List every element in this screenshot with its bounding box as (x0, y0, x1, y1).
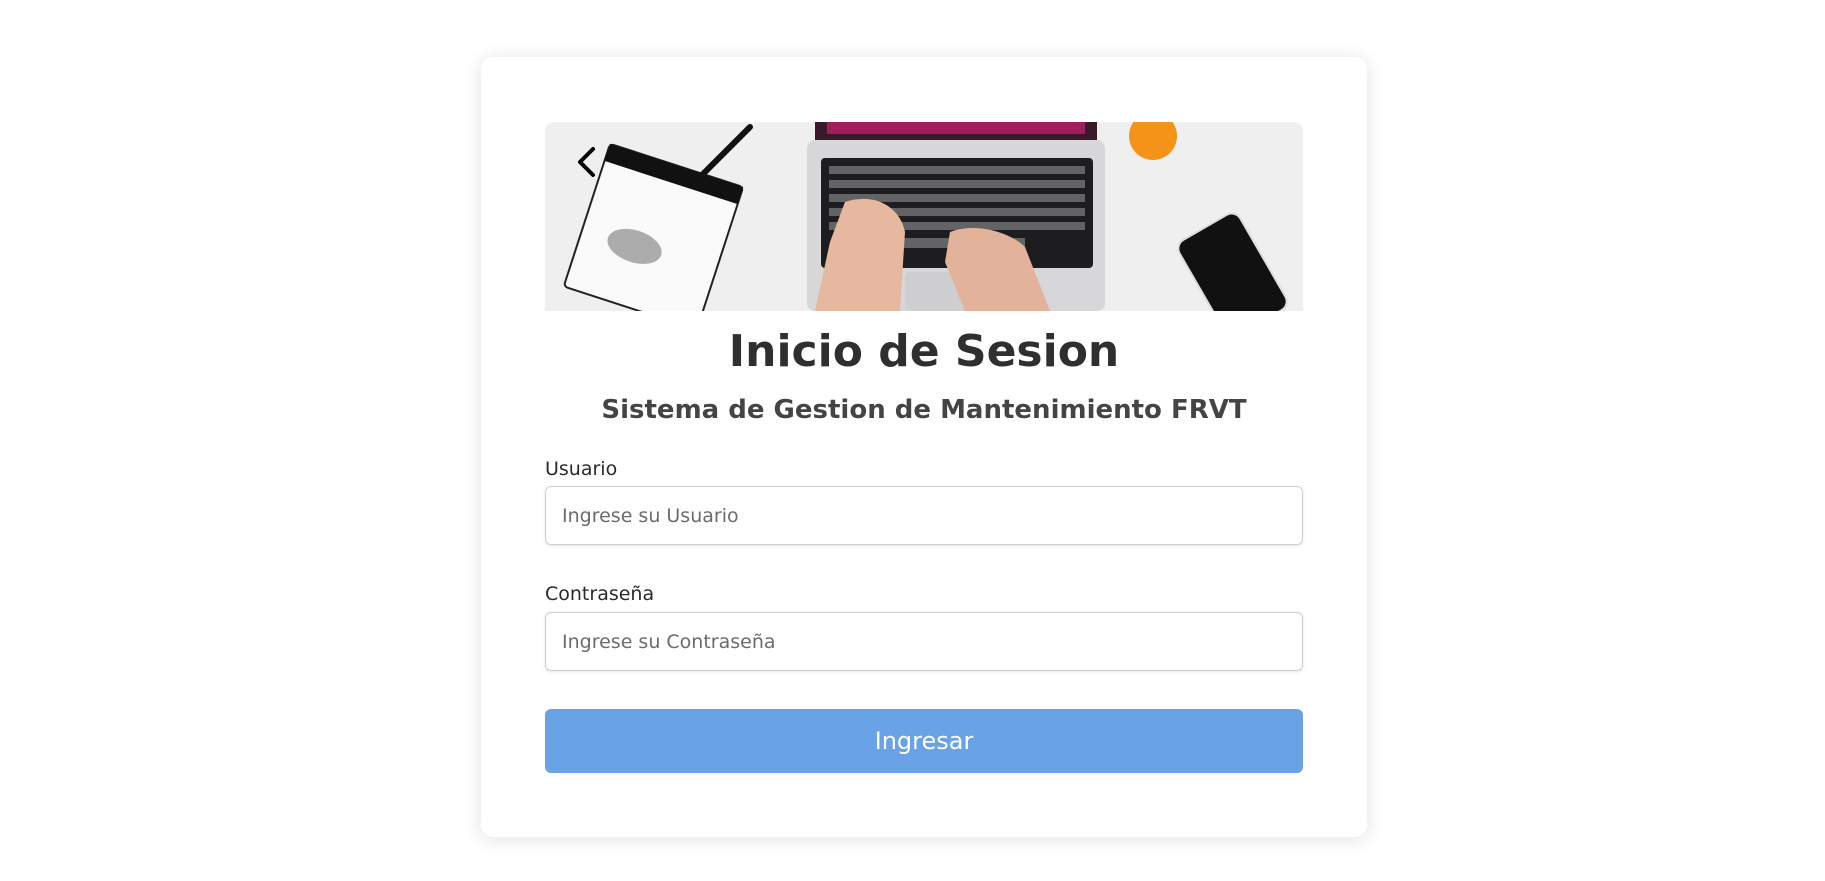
page-subtitle: Sistema de Gestion de Mantenimiento FRVT (601, 395, 1247, 425)
username-input[interactable] (545, 486, 1303, 545)
hero-image (545, 122, 1303, 311)
page-title: Inicio de Sesion (728, 326, 1120, 377)
login-button[interactable]: Ingresar (545, 709, 1303, 773)
password-label: Contraseña (545, 583, 655, 605)
username-label: Usuario (545, 458, 618, 480)
chevron-left-icon[interactable] (571, 144, 601, 180)
password-input[interactable] (545, 612, 1303, 671)
login-card: Inicio de Sesion Sistema de Gestion de M… (481, 57, 1367, 837)
